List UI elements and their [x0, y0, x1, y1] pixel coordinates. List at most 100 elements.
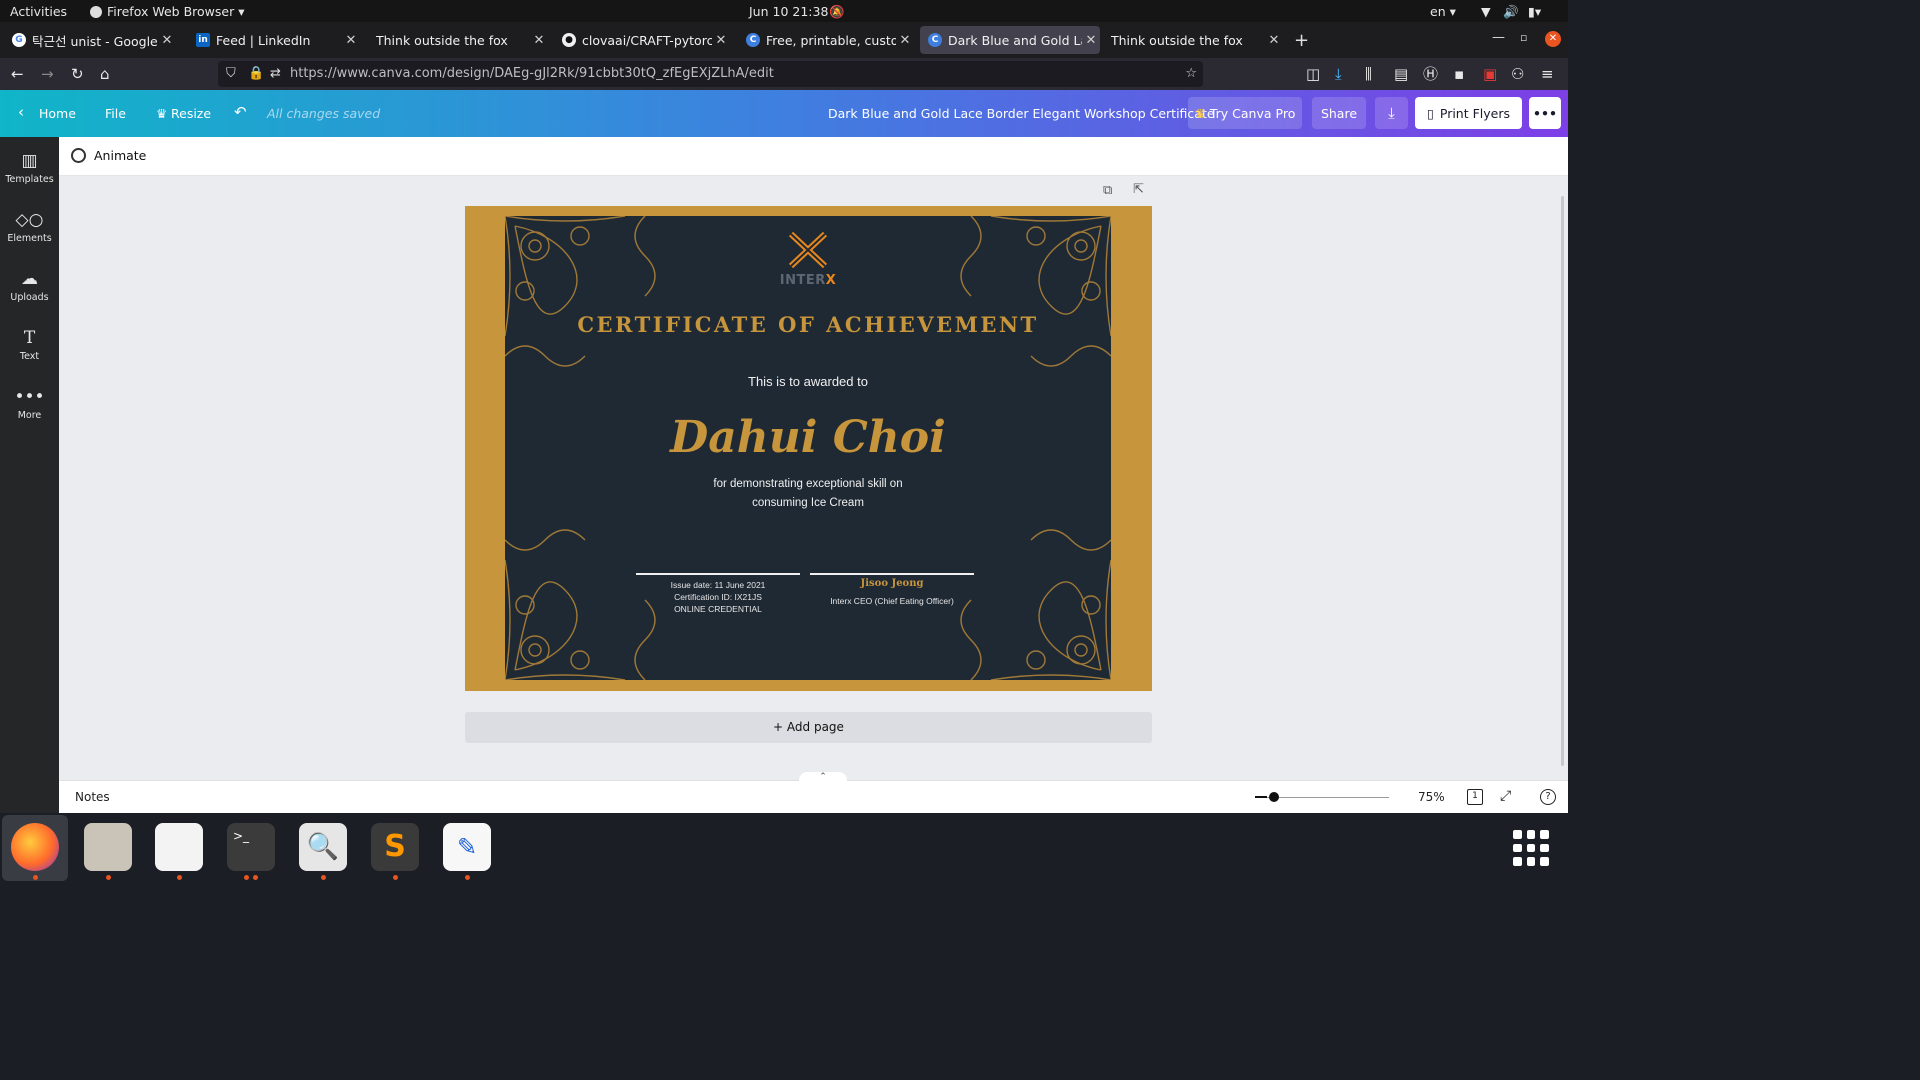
battery-icon[interactable]: ▮▾	[1528, 4, 1541, 19]
close-window-icon[interactable]: ✕	[1545, 31, 1561, 47]
lace-corner-tl	[505, 216, 656, 367]
pocket-icon[interactable]: ◫	[1306, 65, 1320, 83]
back-icon[interactable]: ←	[11, 65, 24, 83]
tab-github[interactable]: ● clovaai/CRAFT-pytorch: C ✕	[554, 26, 730, 54]
app-menu-label: Firefox Web Browser ▾	[107, 4, 245, 19]
try-canva-pro-button[interactable]: ♛ Try Canva Pro	[1188, 97, 1302, 129]
tab-linkedin[interactable]: in Feed | LinkedIn ✕	[188, 26, 360, 54]
crown-icon: ♛	[156, 106, 168, 121]
clock[interactable]: Jun 10 21:38	[749, 4, 828, 19]
canva-sidebar: ▥ Templates ◇○ Elements ☁ Uploads T Text…	[0, 137, 59, 813]
sidebar-label: Elements	[7, 233, 52, 244]
activities-button[interactable]: Activities	[10, 4, 67, 19]
undo-icon[interactable]: ↶	[234, 104, 247, 120]
tab-think-fox-1[interactable]: Think outside the fox ✕	[368, 26, 548, 54]
fullscreen-icon[interactable]: ⤢	[1500, 788, 1511, 804]
sidebar-item-templates[interactable]: ▥ Templates	[0, 151, 59, 185]
certificate-page[interactable]: INTERX CERTIFICATE OF ACHIEVEMENT This i…	[465, 206, 1152, 691]
close-tab-icon[interactable]: ✕	[158, 33, 176, 48]
zoom-minus-mark	[1255, 796, 1267, 798]
zoom-level[interactable]: 75%	[1418, 790, 1445, 804]
chevron-left-icon[interactable]: ‹	[18, 104, 24, 120]
forward-icon[interactable]: →	[41, 65, 54, 83]
sublime-text-dock-icon[interactable]: S	[371, 823, 419, 871]
expand-pages-chevron-icon[interactable]: ⌃	[799, 772, 847, 782]
share-button[interactable]: Share	[1312, 97, 1366, 129]
sidebar-item-text[interactable]: T Text	[0, 328, 59, 362]
add-page-button[interactable]: + Add page	[465, 712, 1152, 743]
tab-strip: G 탁근선 unist - Google Sear ✕ in Feed | Li…	[0, 22, 1568, 58]
wifi-icon[interactable]: ▼	[1481, 4, 1491, 19]
file-menu[interactable]: File	[105, 106, 126, 122]
show-apps-icon[interactable]	[1513, 830, 1549, 866]
close-tab-icon[interactable]: ✕	[342, 33, 360, 48]
sidebar-item-uploads[interactable]: ☁ Uploads	[0, 269, 59, 303]
help-icon[interactable]: ?	[1540, 789, 1556, 805]
extension-red-icon[interactable]: ▣	[1483, 65, 1497, 83]
app-menu[interactable]: Firefox Web Browser ▾	[90, 4, 244, 19]
tab-canva-active[interactable]: C Dark Blue and Gold Lace ✕	[920, 26, 1100, 54]
volume-icon[interactable]: 🔊	[1503, 4, 1519, 20]
image-viewer-dock-icon[interactable]: 🔍	[299, 823, 347, 871]
tab-google[interactable]: G 탁근선 unist - Google Sear ✕	[4, 26, 176, 54]
crown-icon: ♛	[1194, 105, 1206, 121]
extension-h-icon[interactable]: Ⓗ	[1423, 65, 1438, 83]
awarded-to-text: This is to awarded to	[748, 374, 868, 389]
sidebar-icon[interactable]: ▤	[1394, 65, 1408, 83]
sidebar-item-more[interactable]: ••• More	[0, 387, 59, 421]
sidebar-label: Text	[19, 351, 40, 362]
elements-icon: ◇○	[15, 210, 44, 230]
notes-button[interactable]: Notes	[75, 790, 110, 804]
minimize-icon[interactable]: —	[1492, 30, 1505, 45]
extension-icon[interactable]: ▪	[1454, 65, 1464, 83]
home-icon[interactable]: ⌂	[100, 65, 110, 83]
text-editor-dock-icon[interactable]: ✎	[443, 823, 491, 871]
canva-icon: C	[928, 33, 942, 47]
resize-button[interactable]: Resize	[171, 106, 211, 122]
github-icon: ●	[562, 33, 576, 47]
zoom-slider-handle[interactable]	[1268, 792, 1279, 802]
close-tab-icon[interactable]: ✕	[896, 33, 914, 48]
close-tab-icon[interactable]: ✕	[530, 33, 548, 48]
sidebar-item-elements[interactable]: ◇○ Elements	[0, 210, 59, 244]
language-selector[interactable]: en ▾	[1430, 4, 1456, 19]
close-tab-icon[interactable]: ✕	[712, 33, 730, 48]
firefox-dock-icon[interactable]	[11, 823, 59, 871]
files-dock-icon[interactable]	[84, 823, 132, 871]
bookmark-star-icon[interactable]: ☆	[1185, 61, 1197, 87]
reload-icon[interactable]: ↻	[71, 65, 84, 83]
canva-header: ‹ Home File ♛ Resize ↶ All changes saved…	[0, 90, 1568, 137]
interx-logo-icon	[789, 232, 827, 268]
certificate-inner-panel: INTERX CERTIFICATE OF ACHIEVEMENT This i…	[505, 216, 1111, 680]
extension-glasses-icon[interactable]: ⚇	[1511, 65, 1524, 83]
tab-title: Free, printable, customiz	[766, 32, 896, 48]
workspace-scrollbar[interactable]	[1561, 196, 1564, 766]
duplicate-page-icon[interactable]: ⧉	[1103, 183, 1112, 198]
print-flyers-button[interactable]: ▯ Print Flyers	[1415, 97, 1522, 129]
running-indicator	[244, 875, 249, 880]
document-title[interactable]: Dark Blue and Gold Lace Border Elegant W…	[828, 106, 1215, 122]
tab-think-fox-2[interactable]: Think outside the fox ✕	[1103, 26, 1283, 54]
url-bar[interactable]: ⛉ 🔒 ⇄ https://www.canva.com/design/DAEg-…	[218, 61, 1203, 87]
document-viewer-dock-icon[interactable]	[155, 823, 203, 871]
terminal-dock-icon[interactable]: >_	[227, 823, 275, 871]
animate-button[interactable]: Animate	[71, 148, 146, 163]
restore-icon[interactable]: ▫	[1520, 31, 1527, 44]
running-indicator	[321, 875, 326, 880]
page-count-icon[interactable]: 1	[1467, 789, 1483, 805]
close-tab-icon[interactable]: ✕	[1265, 33, 1283, 48]
close-tab-icon[interactable]: ✕	[1082, 33, 1100, 48]
menu-icon[interactable]: ≡	[1541, 65, 1554, 83]
print-doc-icon: ▯	[1426, 105, 1434, 121]
library-icon[interactable]: ⫼	[1365, 65, 1372, 83]
logo-wordmark-x: X	[825, 273, 837, 288]
tab-canva-free[interactable]: C Free, printable, customiz ✕	[738, 26, 914, 54]
more-options-icon[interactable]: •••	[1529, 97, 1561, 129]
cloud-upload-icon: ☁	[21, 269, 38, 289]
home-button[interactable]: Home	[39, 106, 76, 122]
add-page-icon[interactable]: ⇱	[1133, 182, 1144, 197]
new-tab-icon[interactable]: +	[1294, 30, 1309, 51]
linkedin-icon: in	[196, 33, 210, 47]
download-icon[interactable]: ⤓	[1375, 97, 1408, 129]
downloads-icon[interactable]: ⤓	[1335, 65, 1342, 83]
